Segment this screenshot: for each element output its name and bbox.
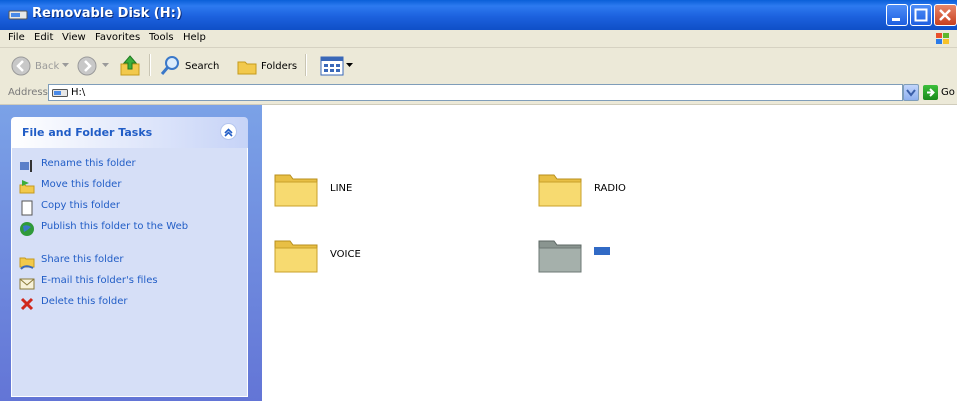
delete-icon: [20, 297, 34, 311]
folders-button[interactable]: Folders: [236, 55, 297, 77]
forward-dropdown[interactable]: [102, 63, 109, 68]
folder-label: VOICE: [330, 248, 361, 260]
task-label: E-mail this folder's files: [41, 275, 158, 286]
task-label: Delete this folder: [41, 296, 128, 307]
chevron-down-icon: [906, 89, 916, 97]
task-label: Publish this folder to the Web: [41, 221, 189, 232]
folder-item-radio[interactable]: RADIO: [536, 167, 626, 209]
folder-icon: [274, 174, 318, 207]
file-folder-tasks-panel: File and Folder Tasks Rename this folder…: [11, 117, 248, 397]
up-folder-button[interactable]: [118, 54, 142, 78]
go-button[interactable]: Go: [923, 85, 955, 100]
file-list: LINE RADIO VOICE: [262, 105, 957, 401]
forward-arrow-icon: [77, 56, 97, 76]
tasks-body: Rename this folder Move this folder Copy…: [11, 148, 248, 397]
task-label: Move this folder: [41, 179, 122, 190]
menu-help[interactable]: Help: [183, 32, 206, 43]
task-rename[interactable]: Rename this folder: [19, 158, 191, 174]
task-label: Copy this folder: [41, 200, 120, 211]
task-copy[interactable]: Copy this folder: [19, 200, 191, 216]
minimize-icon: [892, 18, 900, 21]
menu-bar: File Edit View Favorites Tools Help: [0, 30, 957, 48]
toolbar: Back Search Folders: [0, 48, 957, 83]
task-label: Share this folder: [41, 254, 124, 265]
go-arrow-icon: [923, 85, 938, 100]
address-bar: Address H:\ Go: [0, 82, 957, 105]
publish-web-icon: [20, 222, 34, 236]
close-button[interactable]: [934, 4, 957, 26]
minimize-button[interactable]: [886, 4, 908, 26]
toolbar-separator: [305, 54, 307, 76]
up-folder-icon: [120, 55, 140, 76]
folder-item-unnamed[interactable]: [536, 233, 610, 275]
share-icon: [19, 257, 35, 270]
folder-label: RADIO: [594, 182, 626, 194]
drive-icon: [52, 89, 68, 97]
gray-folder-icon: [538, 240, 582, 273]
folder-icon: [538, 174, 582, 207]
folder-item-voice[interactable]: VOICE: [272, 233, 361, 275]
address-dropdown-button[interactable]: [903, 84, 919, 101]
folder-label-selected: [594, 247, 610, 255]
maximize-button[interactable]: [910, 4, 932, 26]
chevron-down-icon: [102, 63, 109, 67]
tasks-header[interactable]: File and Folder Tasks: [11, 117, 248, 148]
address-value: H:\: [71, 87, 86, 98]
tasks-title: File and Folder Tasks: [22, 126, 153, 139]
task-publish-web[interactable]: Publish this folder to the Web: [19, 221, 191, 237]
forward-button[interactable]: [76, 55, 98, 77]
rename-icon: [20, 160, 32, 172]
search-label: Search: [185, 60, 220, 72]
address-label: Address: [8, 87, 48, 98]
chevron-up-icon: [224, 128, 233, 137]
maximize-icon: [914, 8, 928, 22]
back-label: Back: [35, 60, 60, 72]
menu-favorites[interactable]: Favorites: [95, 32, 140, 43]
menu-view[interactable]: View: [62, 32, 86, 43]
chevron-down-icon: [62, 63, 69, 67]
search-button[interactable]: Search: [158, 54, 219, 78]
chevron-down-icon: [346, 63, 353, 67]
views-icon: [320, 56, 344, 76]
folder-item-line[interactable]: LINE: [272, 167, 352, 209]
move-icon: [19, 180, 35, 194]
windows-flag-icon: [936, 33, 949, 44]
task-share[interactable]: Share this folder: [19, 254, 191, 270]
folders-label: Folders: [261, 60, 298, 72]
copy-icon: [21, 200, 33, 216]
menu-file[interactable]: File: [8, 32, 25, 43]
menu-tools[interactable]: Tools: [149, 32, 174, 43]
views-button[interactable]: [320, 56, 354, 76]
email-icon: [19, 278, 35, 290]
task-email[interactable]: E-mail this folder's files: [19, 275, 191, 291]
task-pane: File and Folder Tasks Rename this folder…: [0, 105, 262, 401]
search-icon: [160, 56, 179, 75]
address-input[interactable]: H:\: [48, 84, 903, 101]
removable-disk-icon: [8, 10, 28, 20]
task-delete[interactable]: Delete this folder: [19, 296, 191, 312]
explorer-window: Removable Disk (H:) File Edit View Favor…: [0, 0, 957, 401]
task-move[interactable]: Move this folder: [19, 179, 191, 195]
folder-label: LINE: [330, 182, 353, 194]
task-label: Rename this folder: [41, 158, 136, 169]
menu-edit[interactable]: Edit: [34, 32, 53, 43]
back-arrow-icon: [11, 56, 31, 76]
title-bar[interactable]: Removable Disk (H:): [0, 0, 957, 30]
folder-icon: [274, 240, 318, 273]
toolbar-separator: [149, 54, 151, 76]
go-label: Go: [941, 87, 955, 98]
close-icon: [939, 9, 951, 21]
folders-icon: [237, 61, 257, 75]
collapse-button[interactable]: [220, 123, 237, 140]
window-title: Removable Disk (H:): [32, 6, 182, 21]
back-button[interactable]: Back: [10, 55, 59, 77]
back-dropdown[interactable]: [62, 63, 69, 68]
